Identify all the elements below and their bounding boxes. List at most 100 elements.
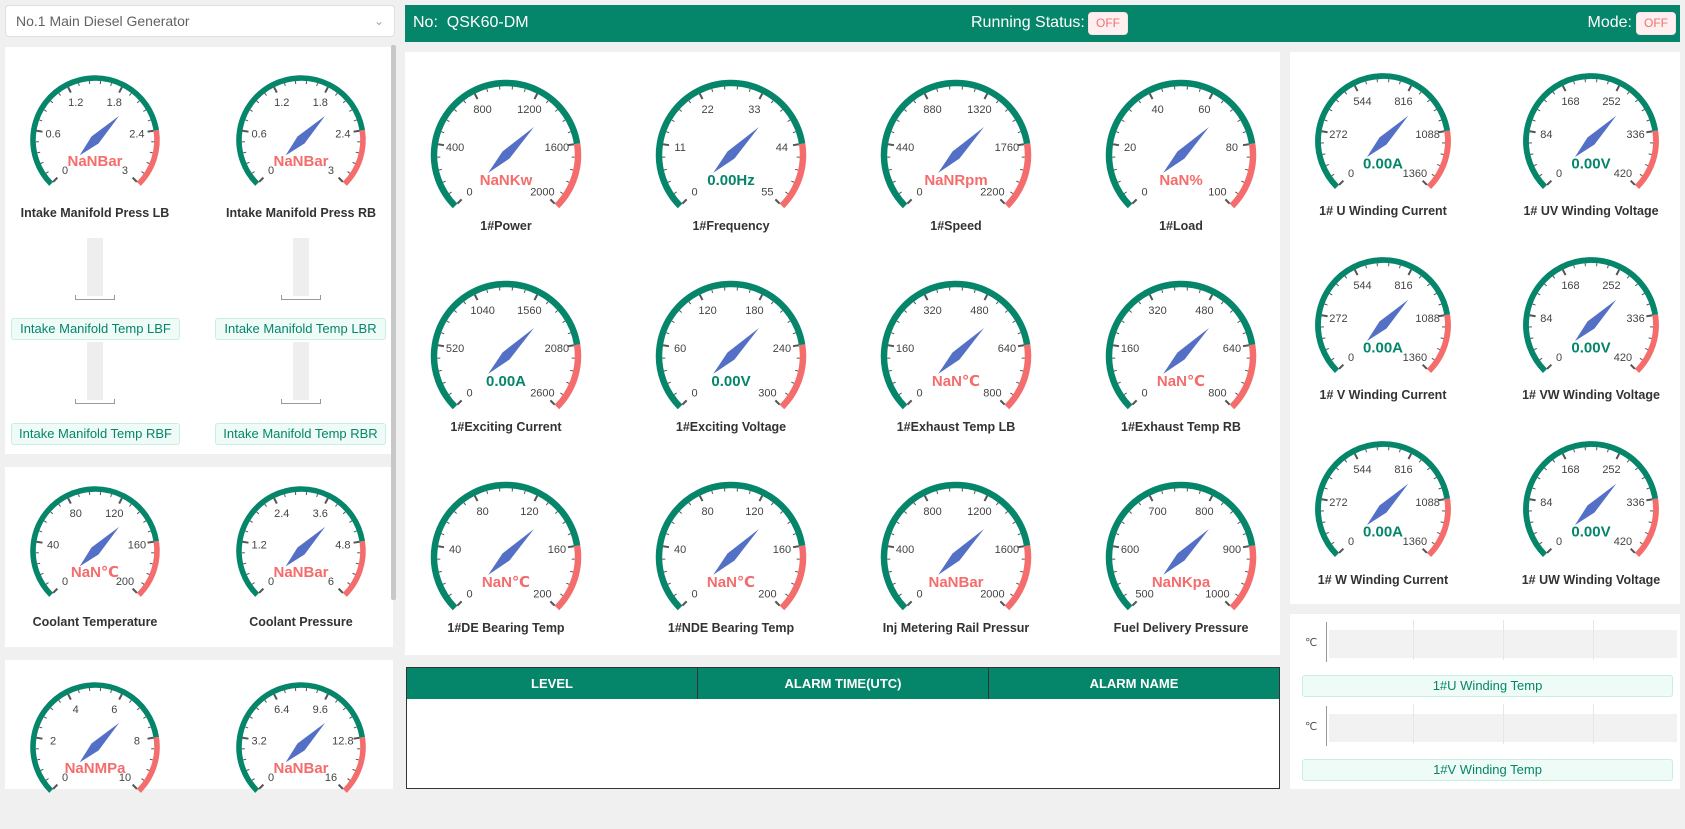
gauge-tick <box>148 542 154 543</box>
col-alarm-time[interactable]: ALARM TIME(UTC) <box>698 668 989 699</box>
gauge-tick <box>1116 132 1119 133</box>
gauge-tick <box>1627 460 1629 462</box>
gauge-tick <box>1199 491 1200 494</box>
gauge-tick-label: 520 <box>446 343 464 355</box>
gauge-tick-label: 272 <box>1329 497 1347 509</box>
gauge-tick <box>1209 94 1212 99</box>
gauge-tick <box>1553 276 1555 278</box>
gauge-tick <box>343 101 345 103</box>
gauge-tick <box>1607 265 1608 268</box>
col-alarm-name[interactable]: ALARM NAME <box>989 668 1279 699</box>
gauge-tick <box>668 382 671 383</box>
generator-select[interactable]: No.1 Main Diesel Generator ⌄ <box>5 5 395 37</box>
gauge-tick <box>1647 120 1650 121</box>
inj-metering-rail-pressur-label: Inj Metering Rail Pressur <box>846 621 1066 635</box>
gauge-tick-label: 168 <box>1561 280 1579 292</box>
gauge-tick-label: 0 <box>917 387 923 399</box>
gauge-tick <box>44 110 47 112</box>
gauge-tick <box>1547 549 1551 553</box>
gauge-tick <box>141 779 143 781</box>
gauge-tick <box>274 87 277 92</box>
gauge-tick <box>674 594 676 596</box>
gauge-tick <box>791 382 794 383</box>
gauge-tick <box>785 393 787 395</box>
gauge-tick <box>775 601 779 605</box>
gauge-tick <box>1544 468 1546 470</box>
gauge-tick <box>1530 131 1536 132</box>
gauge-tick-label: 544 <box>1353 464 1371 476</box>
gauge-tick <box>891 333 894 334</box>
gauge-tick-label: 0 <box>1556 352 1562 364</box>
gauge-needle <box>1575 116 1616 157</box>
gauge-value: 0.00A <box>1363 339 1403 356</box>
gauge-tick <box>568 546 574 547</box>
gauge-tick-label: 440 <box>896 142 914 154</box>
gauge-tick <box>689 503 691 505</box>
gauge-tick-label: 1088 <box>1415 497 1439 509</box>
gauge-tick <box>1221 302 1223 304</box>
gauge-tick <box>1540 358 1542 360</box>
gauge-tick <box>1419 460 1421 462</box>
gauge-tick <box>449 192 451 194</box>
gauge-tick <box>1432 174 1434 176</box>
gauge-tick <box>133 785 137 789</box>
1-exciting-voltage-label: 1#Exciting Voltage <box>621 420 841 434</box>
gauge-tick <box>1616 454 1619 459</box>
gauge-tick <box>904 110 906 112</box>
gauge-tick-label: 880 <box>923 104 941 116</box>
gauge-tick <box>53 785 57 789</box>
gauge-tick <box>1538 477 1541 479</box>
gauge-tick <box>791 181 794 182</box>
gauge-tick <box>1339 365 1343 369</box>
gauge-tick <box>441 333 444 334</box>
gauge-tick <box>325 694 328 699</box>
gauge-tick <box>1245 370 1248 371</box>
gauge-tick <box>475 94 478 99</box>
gauge-tick-label: 0 <box>1348 168 1354 180</box>
gauge-tick <box>1139 503 1141 505</box>
gauge-tick-label: 0 <box>1142 186 1148 198</box>
running-status-label: Running Status: <box>971 14 1085 32</box>
gauge-tick <box>664 571 667 572</box>
gauge-tick <box>1020 571 1023 572</box>
gauge-tick <box>257 512 259 514</box>
gauge-tick <box>41 769 44 770</box>
gauge-tick <box>914 503 916 505</box>
gauge-tick <box>1139 101 1141 103</box>
gauge-tick <box>317 83 318 86</box>
gauge-value: 0.00V <box>1571 155 1610 172</box>
gauge-tick-label: 544 <box>1353 96 1371 108</box>
gauge-tick <box>1010 393 1012 395</box>
gauge-tick <box>1330 293 1333 295</box>
gauge-tick <box>250 521 253 523</box>
gauge-tick-label: 800 <box>473 104 491 116</box>
col-level[interactable]: LEVEL <box>407 668 698 699</box>
gauge-tick <box>1332 174 1334 176</box>
gauge-tick-label: 0 <box>467 588 473 600</box>
gauge-tick <box>347 583 349 585</box>
gauge-tick <box>147 769 150 770</box>
gauge-tick <box>243 152 246 153</box>
gauge-tick <box>560 594 562 596</box>
gauge-tick <box>447 321 450 323</box>
gauge-tick <box>984 94 987 99</box>
gauge-tick <box>1635 100 1637 102</box>
gauge-tick <box>788 522 791 524</box>
gauge-tick-label: 120 <box>698 305 716 317</box>
gauge-tick <box>674 393 676 395</box>
gauge-tick <box>257 101 259 103</box>
gauge-tick <box>560 393 562 395</box>
gauge-tick <box>1534 348 1537 349</box>
left-scrollbar[interactable] <box>391 45 396 600</box>
gauge-tick <box>335 700 337 702</box>
gauge-tick-label: 0.6 <box>251 128 266 140</box>
gauge-tick <box>1114 169 1117 170</box>
gauge-tick <box>252 779 254 781</box>
gauge-tick <box>984 496 987 501</box>
gauge-value: 0.00V <box>1571 523 1610 540</box>
gauge-tick-label: 320 <box>1148 305 1166 317</box>
gauge-tick <box>749 290 750 293</box>
gauge-tick <box>265 700 267 702</box>
gauge-tick <box>1332 358 1334 360</box>
gauge-tick <box>147 573 150 574</box>
